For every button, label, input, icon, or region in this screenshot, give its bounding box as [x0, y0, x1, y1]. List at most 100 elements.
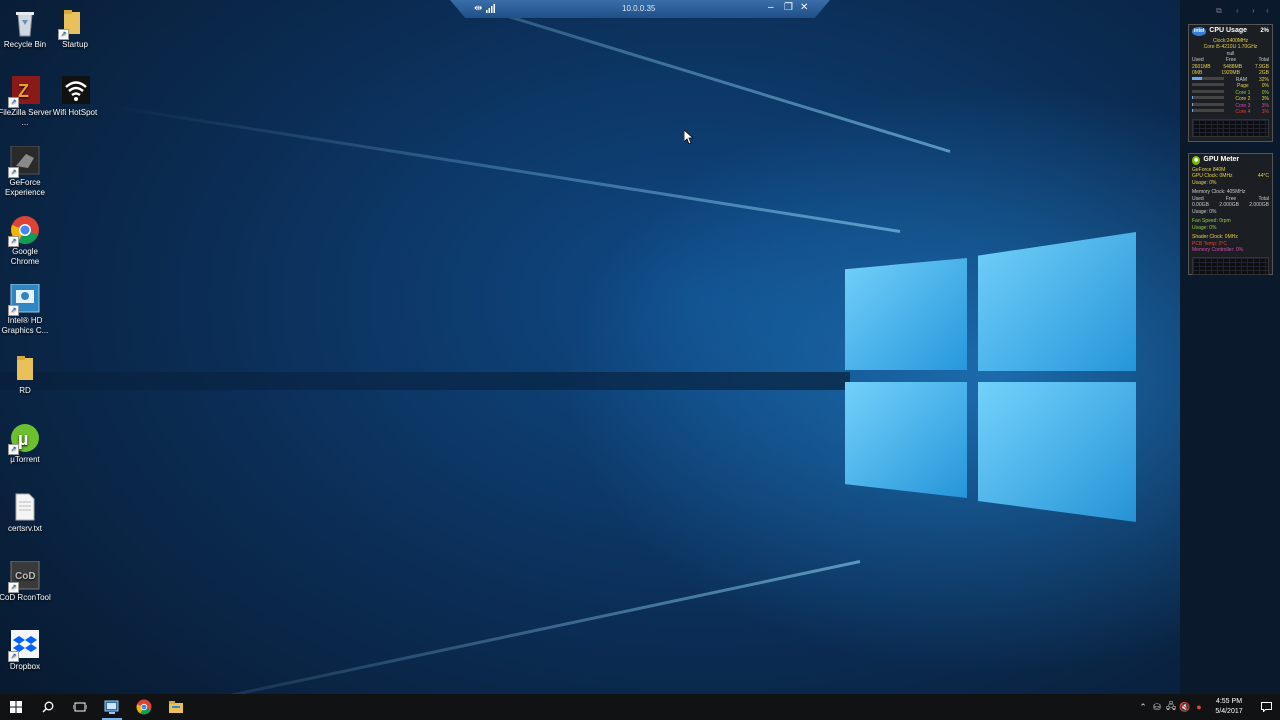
tray-app-icon[interactable]: ⛁ — [1150, 694, 1164, 720]
geforce-icon: ↗ — [8, 145, 40, 178]
row-value: 3% — [1261, 109, 1269, 115]
taskbar-app-rdp[interactable] — [96, 694, 128, 720]
volume-muted-icon[interactable]: 🔇 — [1178, 694, 1192, 720]
desktop-icon-label: CoD RconTool — [0, 593, 51, 602]
chrome-icon — [136, 699, 152, 715]
gadget-title: GPU Meter — [1203, 156, 1240, 163]
desktop-icon-geforce-experience[interactable]: ↗ GeForce Experience — [0, 145, 53, 198]
file-explorer-icon — [169, 701, 183, 713]
signal-strength-icon[interactable] — [486, 4, 496, 13]
desktop-icon-wifi-hotspot[interactable]: Wifi HotSpot — [47, 76, 103, 118]
desktop-icon-google-chrome[interactable]: ↗ Google Chrome — [0, 215, 53, 267]
rdp-minimize-button[interactable]: – — [768, 2, 774, 13]
desktop-icon-certsrv-txt[interactable]: certsrv.txt — [0, 492, 53, 534]
desktop-icon-label: Intel® HD Graphics C... — [1, 316, 49, 335]
action-center-icon[interactable] — [1252, 694, 1280, 720]
sidebar-prev-icon[interactable]: ‹ — [1236, 6, 1239, 15]
clock-date: 5/4/2017 — [1215, 708, 1243, 715]
nvidia-logo-icon: ◉ — [1192, 156, 1201, 165]
folder-icon — [10, 354, 40, 384]
usage-bar-fill — [1192, 76, 1203, 80]
remote-desktop-icon — [104, 700, 119, 714]
desktop-icon-label: Recycle Bin — [3, 40, 47, 49]
windows-logo-pane — [978, 232, 1136, 371]
cod-icon: CoD ↗ — [8, 560, 40, 593]
sidebar-menu-icon[interactable]: ‹ — [1266, 6, 1269, 15]
rdp-restore-button[interactable]: ❐ — [784, 2, 793, 13]
desktop-icon-label: GeForce Experience — [4, 178, 46, 197]
desktop-wallpaper — [0, 0, 1180, 694]
fan-usage: Usage: 0% — [1192, 224, 1217, 231]
system-tray: ⌃ ⛁ 🖧 🔇 ● 4:55 PM 5/4/2017 — [1136, 694, 1280, 720]
light-beam — [109, 104, 901, 233]
core-row: Core 4 3% — [1189, 109, 1272, 116]
taskbar-app-chrome[interactable] — [128, 694, 160, 720]
clock-time: 4:55 PM — [1215, 698, 1243, 705]
chrome-icon: ↗ — [8, 215, 40, 247]
windows-logo-pane — [978, 382, 1136, 522]
light-beam — [0, 372, 850, 390]
network-icon[interactable]: 🖧 — [1164, 694, 1178, 720]
taskbar-clock[interactable]: 4:55 PM 5/4/2017 — [1206, 697, 1252, 717]
gpu-usage: Usage: 0% — [1192, 179, 1217, 186]
cpu-percent: 2% — [1260, 28, 1269, 34]
dropbox-icon: ↗ — [8, 630, 40, 662]
usage-bar — [1192, 76, 1224, 80]
usage-bar-fill — [1192, 109, 1193, 112]
start-button[interactable] — [0, 694, 32, 720]
task-view-button[interactable] — [64, 694, 96, 720]
rdp-close-button[interactable]: ✕ — [800, 2, 808, 13]
pin-icon[interactable]: ⇹ — [474, 3, 482, 14]
cpu-history-graph — [1192, 118, 1269, 137]
desktop-icon-intel-hd-graphics[interactable]: ↗ Intel® HD Graphics C... — [0, 283, 53, 336]
folder-icon: ↗ — [58, 8, 90, 40]
windows-start-icon — [10, 701, 22, 713]
task-view-icon — [73, 702, 87, 712]
text-file-icon — [10, 492, 40, 522]
desktop-icon-recycle-bin[interactable]: Recycle Bin — [0, 8, 53, 50]
desktop-icon-label: Startup — [62, 40, 88, 49]
usage-bar — [1192, 96, 1224, 99]
cpu-usage-gadget[interactable]: intel CPU Usage 2% Clock:2400MHz Core i5… — [1188, 24, 1273, 142]
memory-controller: Memory Controller: 0% — [1192, 247, 1244, 253]
gadget-title: CPU Usage — [1209, 27, 1248, 34]
desktop-icon-dropbox[interactable]: ↗ Dropbox — [0, 630, 53, 672]
tray-alert-icon[interactable]: ● — [1192, 694, 1206, 720]
gpu-meter-gadget[interactable]: ◉ GPU Meter GeForce 840M GPU Clock: 0MHz… — [1188, 153, 1273, 275]
gpu-history-graph — [1192, 256, 1269, 275]
taskbar-app-file-explorer[interactable] — [160, 694, 192, 720]
windows-logo-pane — [845, 258, 967, 370]
svg-text:µ: µ — [18, 429, 28, 449]
taskbar: ⌃ ⛁ 🖧 🔇 ● 4:55 PM 5/4/2017 — [0, 694, 1280, 720]
intel-logo-icon: intel — [1192, 27, 1207, 36]
rdp-address: 10.0.0.35 — [622, 4, 656, 13]
desktop-icon-label: Dropbox — [9, 662, 41, 671]
usage-bar-fill — [1192, 102, 1193, 106]
desktop-icon-startup[interactable]: ↗ Startup — [47, 8, 103, 50]
sidebar-restore-icon[interactable]: ⧉ — [1216, 6, 1222, 16]
usage-bar — [1192, 102, 1224, 106]
desktop-icon-label: Google Chrome — [10, 247, 40, 266]
desktop-icon-rd[interactable]: RD — [0, 354, 53, 396]
show-hidden-icons-chevron-up-icon[interactable]: ⌃ — [1136, 694, 1150, 720]
recycle-bin-icon — [10, 8, 40, 38]
sidebar-next-icon[interactable]: › — [1252, 6, 1255, 15]
light-beam — [96, 560, 861, 694]
svg-text:Z: Z — [18, 81, 29, 101]
search-icon — [42, 701, 54, 713]
desktop-icon-utorrent[interactable]: µ ↗ µTorrent — [0, 423, 53, 465]
filezilla-icon: Z ↗ — [8, 76, 40, 108]
desktop-icon-label: RD — [19, 386, 31, 395]
desktop-icon-label: FileZilla Server ... — [0, 108, 52, 127]
wifi-icon — [60, 76, 90, 106]
intel-graphics-icon: ↗ — [8, 283, 40, 316]
desktop-icon-filezilla[interactable]: Z ↗ FileZilla Server ... — [0, 76, 53, 128]
utorrent-icon: µ ↗ — [8, 423, 40, 455]
row-label: Core 4 — [1235, 109, 1251, 115]
desktop-icon-cod-rcontool[interactable]: CoD ↗ CoD RconTool — [0, 560, 53, 603]
memory-usage: Usage: 0% — [1192, 208, 1217, 215]
desktop-icon-label: Wifi HotSpot — [52, 108, 98, 117]
search-button[interactable] — [32, 694, 64, 720]
rdp-connection-bar: ⇹ 10.0.0.35 – ❐ ✕ — [450, 0, 830, 18]
svg-text:CoD: CoD — [15, 571, 36, 582]
